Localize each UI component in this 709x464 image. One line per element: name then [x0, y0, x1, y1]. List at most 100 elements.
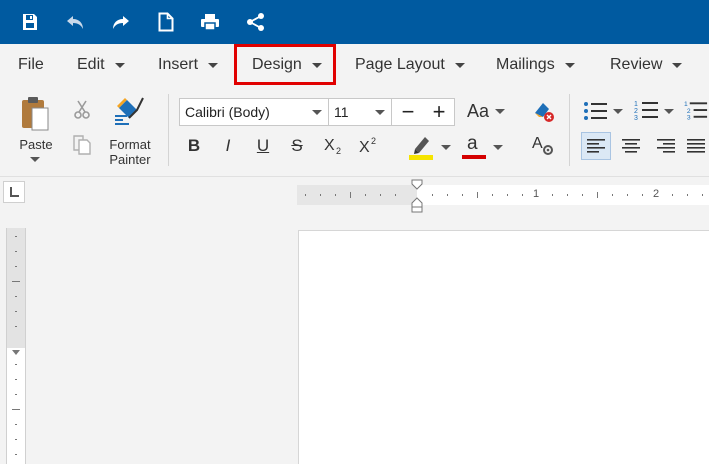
- save-icon[interactable]: [16, 8, 44, 36]
- align-left-button[interactable]: [581, 132, 611, 160]
- justify-button[interactable]: [686, 132, 709, 160]
- vertical-ruler[interactable]: [6, 228, 26, 464]
- align-right-icon: [657, 139, 675, 153]
- chevron-down-icon: [375, 110, 385, 115]
- svg-text:2: 2: [634, 108, 638, 115]
- multilevel-list-icon: 1 2 3: [684, 101, 708, 122]
- align-center-button[interactable]: [616, 132, 646, 160]
- paste-dropdown[interactable]: [25, 154, 45, 164]
- vruler-ticks-top: [12, 236, 20, 327]
- chevron-down-icon: [311, 62, 322, 68]
- format-painter-label-2: Painter: [109, 152, 151, 167]
- ruler-ticks-left: [305, 192, 396, 198]
- strikethrough-label: S: [291, 136, 303, 155]
- divider: [168, 94, 169, 166]
- bullet-list-button[interactable]: [582, 98, 610, 124]
- tab-design[interactable]: Design: [252, 44, 322, 86]
- svg-text:2: 2: [336, 146, 341, 156]
- bold-button[interactable]: B: [184, 134, 204, 158]
- underline-label: U: [256, 136, 270, 155]
- svg-text:A: A: [532, 135, 543, 152]
- tab-file-label: File: [18, 56, 44, 73]
- chevron-down-icon: [613, 108, 623, 114]
- svg-text:3: 3: [687, 115, 691, 122]
- tab-review[interactable]: Review: [610, 44, 683, 86]
- svg-text:X: X: [359, 139, 370, 156]
- change-case-button[interactable]: Aa: [464, 98, 492, 124]
- clipboard-icon: [22, 97, 49, 131]
- font-color-icon: a: [462, 133, 486, 159]
- copy-icon: [73, 135, 91, 155]
- bullet-list-icon: [584, 102, 607, 120]
- underline-button[interactable]: U: [253, 134, 273, 158]
- decrease-font-button[interactable]: −: [394, 99, 422, 125]
- change-case-dropdown[interactable]: [493, 106, 507, 116]
- format-painter-label-1: Format: [109, 137, 151, 152]
- chevron-down-icon: [114, 62, 125, 68]
- share-icon[interactable]: [242, 8, 270, 36]
- increase-font-button[interactable]: +: [425, 99, 453, 125]
- tab-mailings-label: Mailings: [496, 56, 555, 73]
- tab-mailings[interactable]: Mailings: [496, 44, 575, 86]
- redo-icon[interactable]: [106, 8, 134, 36]
- align-right-button[interactable]: [651, 132, 681, 160]
- tab-edit[interactable]: Edit: [77, 44, 125, 86]
- ribbon: Paste Format Painter Calibri (Body) 11 −: [0, 86, 709, 176]
- numbered-list-dropdown[interactable]: [662, 106, 676, 116]
- align-center-icon: [622, 139, 640, 153]
- tab-stop-selector[interactable]: [3, 181, 25, 203]
- subscript-button[interactable]: X2: [322, 134, 346, 158]
- highlight-dropdown[interactable]: [439, 142, 453, 152]
- vruler-ticks-bottom: [12, 350, 20, 455]
- format-painter-button[interactable]: [110, 94, 150, 130]
- numbered-list-icon: 1 2 3: [634, 101, 658, 122]
- svg-text:2: 2: [371, 136, 376, 146]
- document-page[interactable]: [298, 230, 709, 464]
- style-settings-icon: A: [532, 135, 553, 155]
- styles-button[interactable]: A: [530, 132, 556, 158]
- chevron-down-icon: [30, 156, 40, 162]
- numbered-list-button[interactable]: 1 2 3: [633, 98, 661, 124]
- tab-insert[interactable]: Insert: [158, 44, 219, 86]
- svg-text:a: a: [467, 133, 478, 154]
- italic-button[interactable]: I: [218, 134, 238, 158]
- print-icon[interactable]: [196, 8, 224, 36]
- strikethrough-button[interactable]: S: [287, 134, 307, 158]
- change-case-label: Aa: [466, 100, 490, 121]
- paste-label: Paste: [19, 137, 53, 152]
- tab-page-layout-label: Page Layout: [355, 56, 445, 73]
- font-family-select[interactable]: Calibri (Body): [179, 98, 329, 126]
- tab-design-label: Design: [252, 56, 302, 73]
- ruler-text-area: 1 2: [417, 185, 709, 205]
- ruler-number: 2: [653, 188, 660, 200]
- cut-button[interactable]: [70, 98, 94, 122]
- decrease-font-label: −: [401, 99, 415, 124]
- tab-stop-icon: [10, 187, 19, 197]
- justify-icon: [687, 139, 705, 153]
- tab-file[interactable]: File: [18, 44, 44, 86]
- copy-button[interactable]: [70, 132, 94, 158]
- svg-text:X: X: [324, 137, 335, 154]
- bullet-list-dropdown[interactable]: [611, 106, 625, 116]
- divider: [569, 94, 570, 166]
- chevron-down-icon: [441, 144, 451, 150]
- chevron-down-icon: [312, 110, 322, 115]
- clear-formatting-button[interactable]: [530, 98, 556, 124]
- chevron-down-icon: [672, 62, 683, 68]
- scissors-icon: [74, 100, 90, 119]
- horizontal-ruler[interactable]: 1 2: [297, 179, 709, 213]
- font-color-dropdown[interactable]: [491, 142, 505, 152]
- multilevel-list-button[interactable]: 1 2 3: [684, 98, 709, 124]
- new-document-icon[interactable]: [152, 8, 180, 36]
- chevron-down-icon: [493, 144, 503, 150]
- superscript-button[interactable]: X2: [357, 134, 381, 158]
- paste-button[interactable]: [18, 94, 52, 134]
- font-size-select[interactable]: 11: [328, 98, 392, 126]
- undo-icon[interactable]: [62, 8, 90, 36]
- chevron-down-icon: [495, 108, 505, 114]
- highlight-button[interactable]: [408, 132, 434, 160]
- indent-marker-icon[interactable]: [410, 179, 424, 213]
- tab-review-label: Review: [610, 56, 663, 73]
- tab-page-layout[interactable]: Page Layout: [355, 44, 465, 86]
- font-color-button[interactable]: a: [461, 132, 487, 160]
